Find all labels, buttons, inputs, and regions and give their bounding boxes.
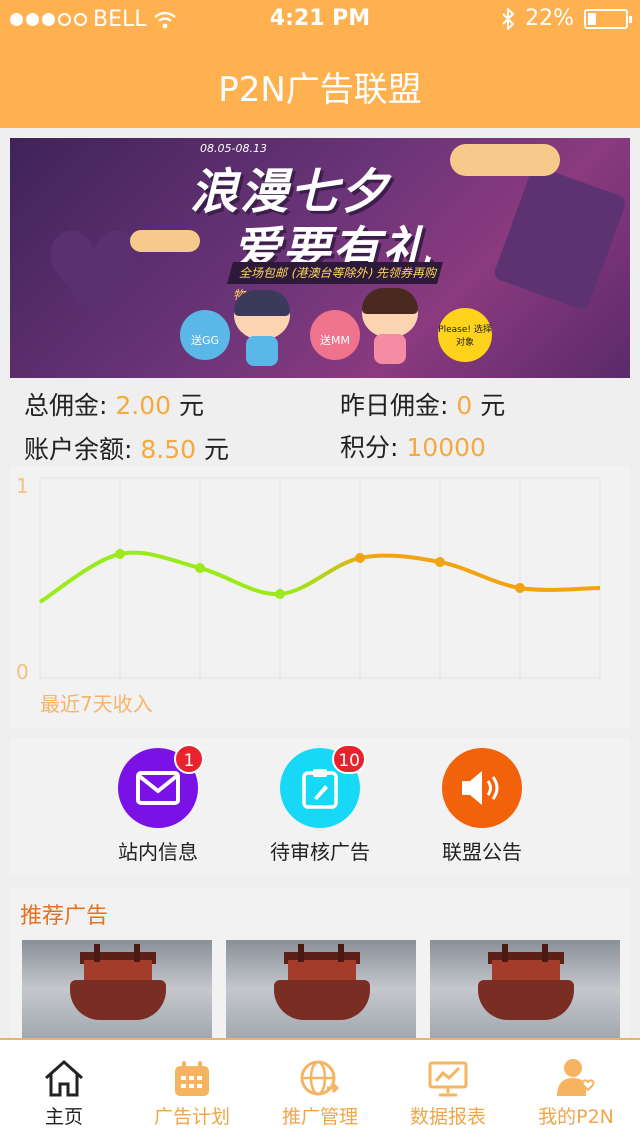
- action-messages-circle: 1: [118, 744, 204, 828]
- bottom-tab-bar: 主页 广告计划 推广管理 数据报表 我的P2N: [0, 1038, 640, 1136]
- battery-percent: 22%: [525, 6, 574, 31]
- action-announce-circle: [442, 748, 522, 828]
- action-pending-label: 待审核广告: [270, 840, 370, 864]
- clipboard-icon: [302, 769, 338, 809]
- account-balance: 账户余额: 8.50 元: [24, 430, 229, 466]
- ad-thumbnail[interactable]: [430, 940, 620, 1048]
- yesterday-commission-label: 昨日佣金:: [340, 391, 449, 420]
- user-heart-icon: [557, 1059, 595, 1096]
- badge-please-label: Please! 选择对象: [438, 325, 492, 348]
- account-balance-unit: 元: [204, 435, 230, 464]
- gift-box-decor: [492, 164, 628, 312]
- home-icon: [45, 1059, 83, 1097]
- action-messages[interactable]: 1 站内信息: [98, 744, 218, 865]
- tab-reports-label: 数据报表: [409, 1106, 486, 1128]
- account-balance-label: 账户余额:: [24, 435, 133, 464]
- badge-mm-label: 送MM: [320, 334, 350, 347]
- y-tick-min: 0: [16, 660, 29, 684]
- boy-character: [234, 290, 290, 368]
- badge-gg: 送GG: [180, 310, 230, 360]
- banner-ribbon: 全场包邮 (港澳台等除外) 先领券再购物: [227, 262, 443, 302]
- top-bar: BELL 4:21 PM 22% P2N广告联盟: [0, 0, 640, 128]
- recommended-title: 推荐广告: [20, 904, 109, 929]
- yesterday-commission-value: 0: [456, 391, 473, 420]
- action-messages-label: 站内信息: [118, 840, 198, 864]
- battery-icon: [584, 8, 632, 29]
- girl-character: [362, 288, 418, 366]
- recommended-ads: 推荐广告: [10, 888, 630, 1048]
- badge-mm: 送MM: [310, 310, 360, 360]
- tab-home[interactable]: 主页: [0, 1040, 128, 1136]
- points: 积分: 10000: [340, 428, 486, 464]
- account-balance-value: 8.50: [140, 435, 197, 464]
- yesterday-commission: 昨日佣金: 0 元: [340, 386, 505, 422]
- messages-count-badge: 1: [174, 744, 204, 774]
- points-value: 10000: [406, 433, 486, 462]
- pending-count-badge: 10: [332, 744, 366, 774]
- tab-my-p2n[interactable]: 我的P2N: [512, 1040, 640, 1136]
- total-commission: 总佣金: 2.00 元: [24, 386, 204, 422]
- heart-decor-icon: ♥: [40, 208, 148, 347]
- total-commission-value: 2.00: [115, 391, 172, 420]
- status-bar: BELL 4:21 PM 22%: [0, 0, 640, 40]
- bluetooth-icon: [502, 7, 515, 30]
- page-title: P2N广告联盟: [218, 70, 422, 110]
- total-commission-label: 总佣金:: [24, 391, 108, 420]
- quick-actions: 1 站内信息 10 待审核广告 联盟公告: [10, 738, 630, 876]
- cloud-decor: [130, 230, 200, 252]
- action-announce-label: 联盟公告: [442, 840, 522, 864]
- globe-icon: [300, 1060, 340, 1096]
- promo-banner[interactable]: ♥ 08.05-08.13 浪漫七夕 爱要有礼 全场包邮 (港澳台等除外) 先领…: [10, 138, 630, 378]
- badge-gg-label: 送GG: [190, 334, 220, 347]
- tab-ad-plans-label: 广告计划: [153, 1106, 230, 1128]
- calendar-icon: [175, 1061, 209, 1096]
- action-pending-circle: 10: [280, 744, 366, 828]
- status-right: 22%: [501, 6, 632, 31]
- cloud-decor: [450, 144, 560, 176]
- tab-promotion[interactable]: 推广管理: [256, 1040, 384, 1136]
- chart-board-icon: [428, 1061, 468, 1097]
- speaker-icon: [462, 771, 499, 805]
- mail-icon: [136, 771, 180, 805]
- points-label: 积分:: [340, 433, 399, 462]
- chart-caption: 最近7天收入: [40, 692, 153, 716]
- tab-reports[interactable]: 数据报表: [384, 1040, 512, 1136]
- tab-my-p2n-label: 我的P2N: [538, 1106, 614, 1128]
- tab-ad-plans[interactable]: 广告计划: [128, 1040, 256, 1136]
- total-commission-unit: 元: [179, 391, 205, 420]
- action-pending-ads[interactable]: 10 待审核广告: [260, 744, 380, 865]
- ad-thumbnail[interactable]: [226, 940, 416, 1048]
- badge-please: Please! 选择对象: [438, 308, 492, 362]
- tab-promotion-label: 推广管理: [281, 1106, 358, 1128]
- tab-home-label: 主页: [44, 1106, 83, 1128]
- ad-thumbnail[interactable]: [22, 940, 212, 1048]
- action-announcements[interactable]: 联盟公告: [422, 748, 542, 865]
- yesterday-commission-unit: 元: [480, 391, 506, 420]
- y-tick-max: 1: [16, 474, 29, 498]
